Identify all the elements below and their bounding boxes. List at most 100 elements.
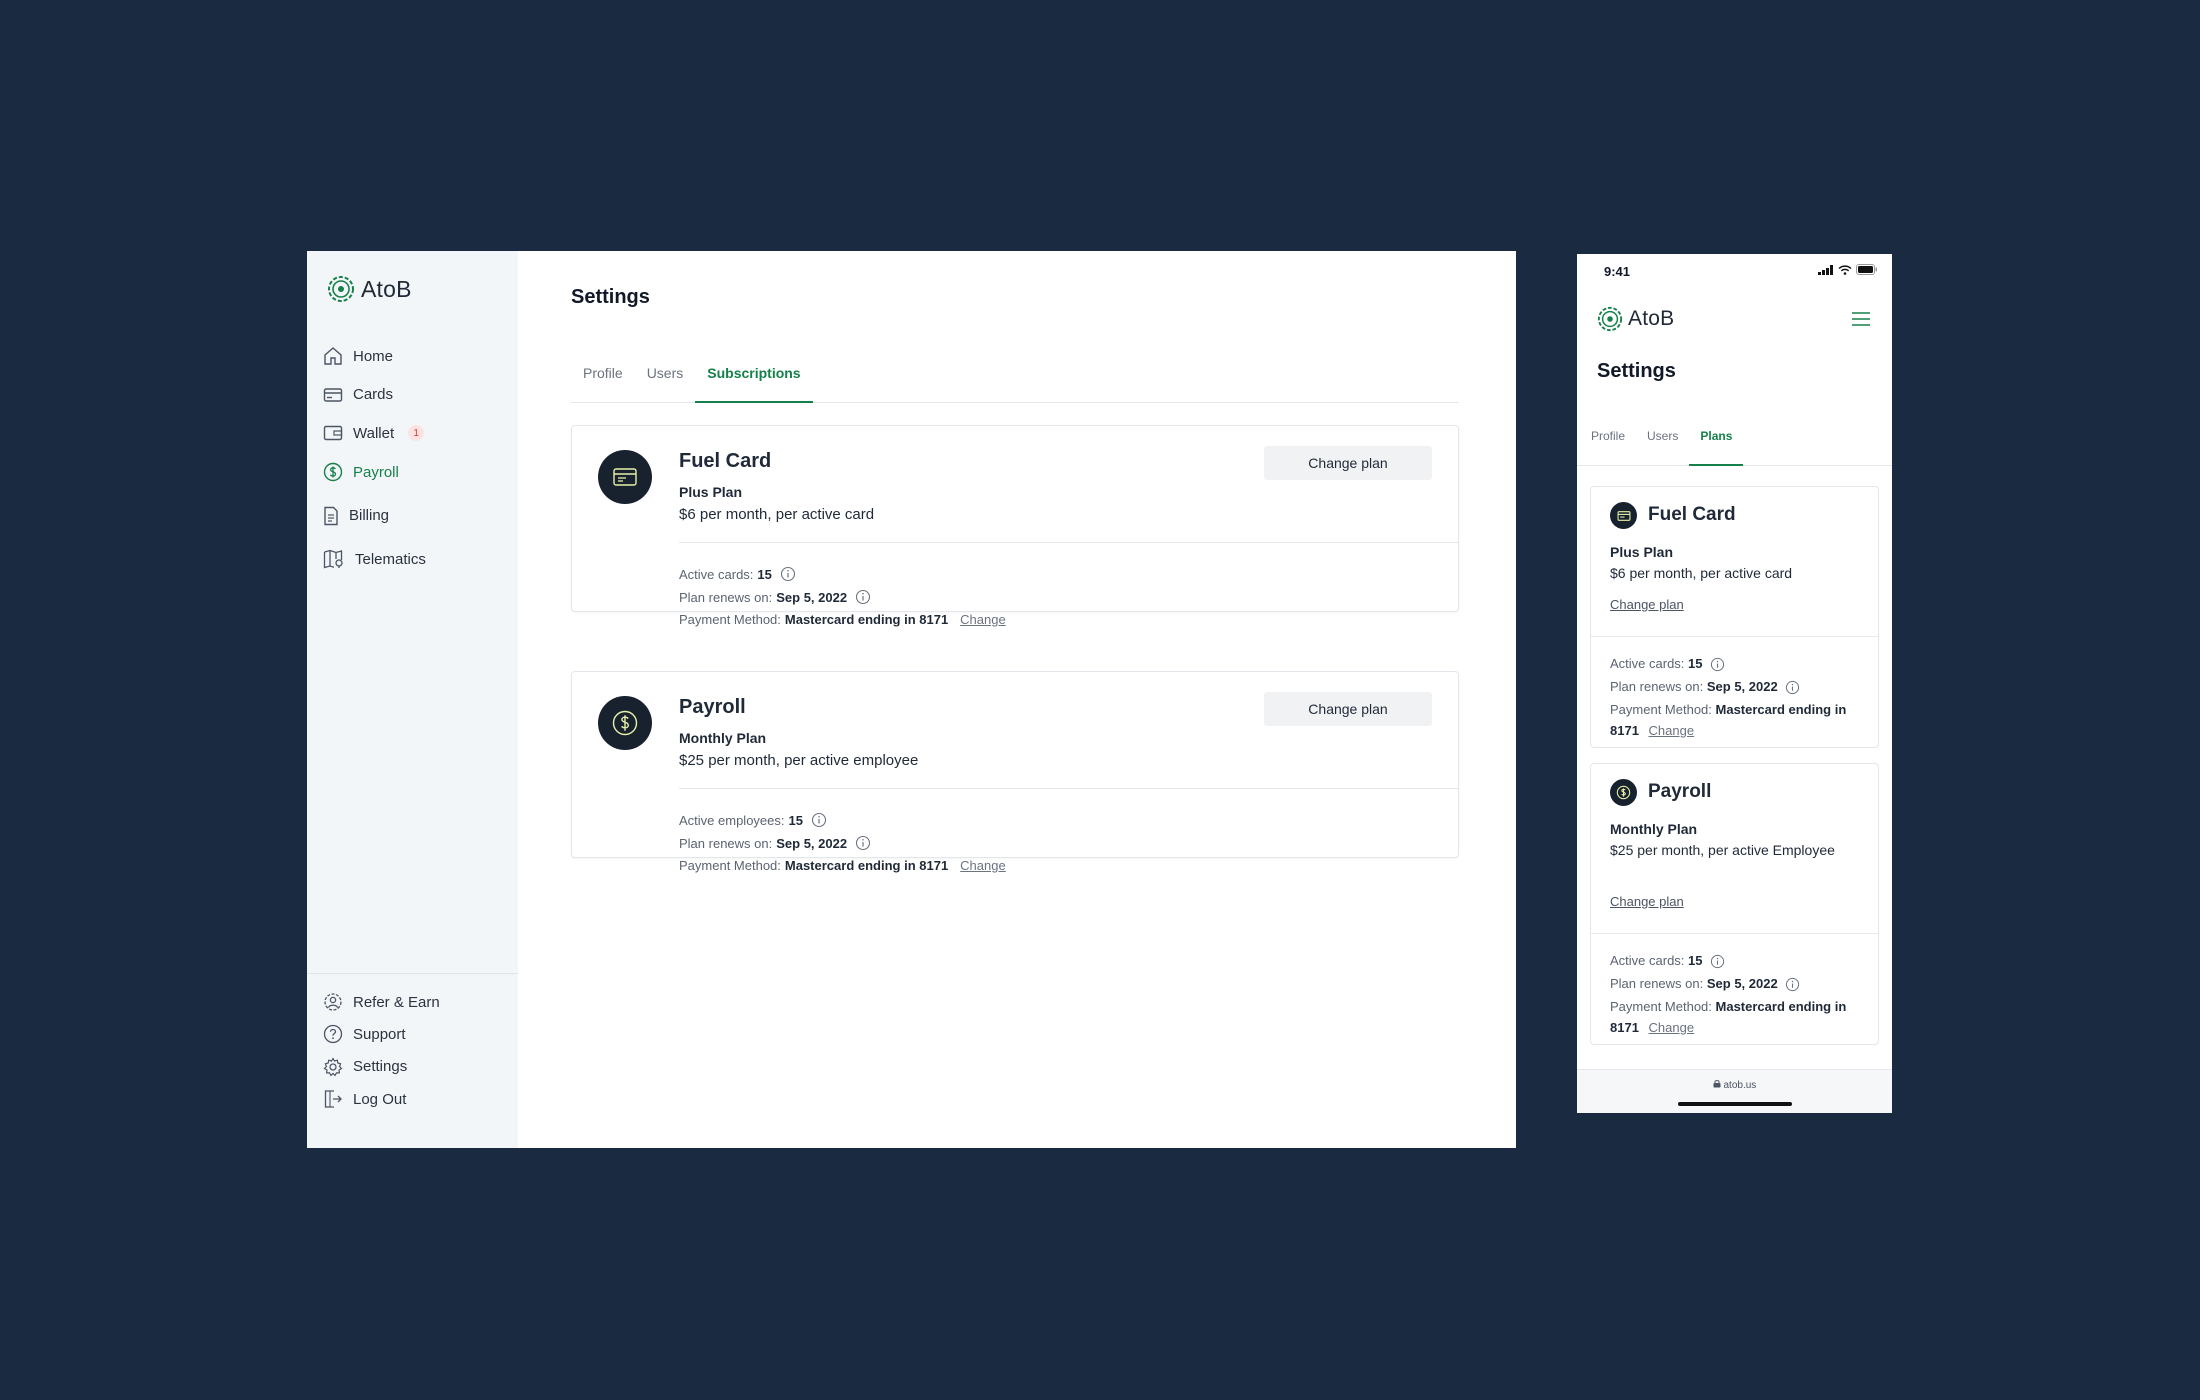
plan-price: $6 per month, per active card xyxy=(679,506,875,523)
detail-label: Plan renews on: xyxy=(679,589,773,605)
mobile-brand-logo[interactable]: AtoB xyxy=(1597,306,1674,332)
info-icon[interactable] xyxy=(855,589,871,605)
change-payment-link[interactable]: Change xyxy=(960,858,1006,873)
sidebar-bottom-nav: Refer & Earn Support Settings Log Out xyxy=(323,986,503,1115)
detail-active-cards: Active cards: 15 xyxy=(1610,653,1870,674)
detail-renews: Plan renews on: Sep 5, 2022 xyxy=(679,589,871,605)
change-payment-link[interactable]: Change xyxy=(1649,723,1695,738)
detail-renews: Plan renews on: Sep 5, 2022 xyxy=(1610,676,1870,697)
change-plan-button[interactable]: Change plan xyxy=(1264,446,1432,480)
sidebar-item-wallet[interactable]: Wallet 1 xyxy=(323,414,503,453)
change-plan-button[interactable]: Change plan xyxy=(1264,692,1432,726)
hamburger-menu-icon[interactable] xyxy=(1852,312,1870,326)
info-icon[interactable] xyxy=(1710,657,1725,672)
info-icon[interactable] xyxy=(1710,954,1725,969)
card-title: Payroll xyxy=(1648,781,1712,802)
status-time: 9:41 xyxy=(1604,264,1631,279)
detail-active-employees: Active employees: 15 xyxy=(679,812,827,828)
tab-subscriptions[interactable]: Subscriptions xyxy=(695,359,813,403)
mobile-card-fuel: Fuel Card Plus Plan $6 per month, per ac… xyxy=(1590,486,1879,748)
detail-active-cards: Active cards: 15 xyxy=(1610,950,1870,971)
dollar-circle-icon xyxy=(612,710,638,736)
detail-value: Sep 5, 2022 xyxy=(1706,976,1778,991)
sidebar-item-cards[interactable]: Cards xyxy=(323,376,503,415)
detail-value: 15 xyxy=(1688,656,1703,671)
fuel-card-badge xyxy=(598,450,652,504)
main-content: Settings Profile Users Subscriptions Fue… xyxy=(518,251,1516,1148)
detail-value: 15 xyxy=(1688,953,1703,968)
card-divider xyxy=(1591,636,1878,637)
sidebar-item-telematics[interactable]: Telematics xyxy=(323,540,503,579)
plan-name: Monthly Plan xyxy=(1610,821,1698,837)
card-title: Fuel Card xyxy=(679,450,772,472)
tab-profile[interactable]: Profile xyxy=(571,359,635,403)
sidebar-item-support[interactable]: Support xyxy=(323,1018,503,1050)
sidebar-item-label: Refer & Earn xyxy=(353,993,440,1011)
detail-value: Sep 5, 2022 xyxy=(776,835,848,851)
atob-logo-icon xyxy=(328,276,354,302)
mobile-settings-tabs: Profile Users Plans xyxy=(1577,426,1892,466)
sidebar-item-label: Billing xyxy=(349,507,390,525)
change-plan-link[interactable]: Change plan xyxy=(1610,597,1684,612)
info-icon[interactable] xyxy=(1785,680,1800,695)
change-payment-link[interactable]: Change xyxy=(1649,1020,1695,1035)
sidebar-item-label: Telematics xyxy=(355,550,426,568)
detail-label: Active cards: xyxy=(1610,656,1685,671)
detail-value: Sep 5, 2022 xyxy=(1706,679,1778,694)
sidebar-item-label: Settings xyxy=(353,1058,408,1076)
credit-card-icon xyxy=(613,468,637,486)
url-bar[interactable]: atob.us xyxy=(1577,1079,1892,1091)
sidebar-item-refer[interactable]: Refer & Earn xyxy=(323,986,503,1018)
brand-logo[interactable]: AtoB xyxy=(327,275,412,303)
detail-payment-method: Payment Method: Mastercard ending in 817… xyxy=(1610,699,1870,741)
url-text: atob.us xyxy=(1723,1080,1757,1091)
change-plan-link[interactable]: Change plan xyxy=(1610,894,1684,909)
fuel-card-badge xyxy=(1610,502,1637,529)
sidebar-item-logout[interactable]: Log Out xyxy=(323,1083,503,1115)
detail-value: Mastercard ending in 8171 xyxy=(784,612,949,627)
card-title: Fuel Card xyxy=(1648,504,1736,525)
detail-label: Plan renews on: xyxy=(1610,679,1704,694)
mobile-page-title: Settings xyxy=(1597,360,1676,382)
detail-label: Active cards: xyxy=(1610,953,1685,968)
document-icon xyxy=(324,506,338,525)
change-payment-link[interactable]: Change xyxy=(960,612,1006,627)
tab-profile[interactable]: Profile xyxy=(1580,426,1636,466)
info-icon[interactable] xyxy=(811,812,827,828)
lock-icon xyxy=(1713,1080,1721,1088)
wifi-icon xyxy=(1838,264,1852,275)
detail-payment-method: Payment Method: Mastercard ending in 817… xyxy=(1610,996,1870,1038)
payroll-badge xyxy=(598,696,652,750)
detail-label: Payment Method: xyxy=(679,612,781,627)
detail-value: Sep 5, 2022 xyxy=(776,589,848,605)
status-bar: 9:41 xyxy=(1577,254,1892,284)
sidebar-divider xyxy=(307,973,518,974)
sidebar-item-label: Payroll xyxy=(353,463,399,481)
card-divider xyxy=(679,788,1458,789)
card-icon xyxy=(323,388,343,402)
tab-users[interactable]: Users xyxy=(1636,426,1689,466)
info-icon[interactable] xyxy=(1785,977,1800,992)
detail-value: 15 xyxy=(788,812,803,828)
info-icon[interactable] xyxy=(780,566,796,582)
home-indicator xyxy=(1678,1102,1792,1106)
dollar-circle-icon xyxy=(1616,785,1631,800)
detail-label: Payment Method: xyxy=(1610,702,1712,717)
tab-users[interactable]: Users xyxy=(635,359,696,403)
mobile-card-payroll: Payroll Monthly Plan $25 per month, per … xyxy=(1590,763,1879,1045)
tab-plans[interactable]: Plans xyxy=(1689,426,1744,466)
sidebar-item-billing[interactable]: Billing xyxy=(323,496,503,535)
status-icons xyxy=(1818,264,1878,275)
sidebar-item-payroll[interactable]: Payroll xyxy=(323,453,503,492)
signal-icon xyxy=(1818,264,1833,275)
page-title: Settings xyxy=(571,286,650,308)
desktop-window: AtoB Home Cards Wallet 1 Payroll Billing… xyxy=(307,251,1516,1148)
sidebar-item-settings[interactable]: Settings xyxy=(323,1051,503,1083)
info-icon[interactable] xyxy=(855,835,871,851)
home-icon xyxy=(324,347,342,365)
detail-label: Active cards: xyxy=(679,566,754,582)
brand-name: AtoB xyxy=(361,275,412,302)
brand-name: AtoB xyxy=(1628,307,1675,330)
detail-payment-method: Payment Method: Mastercard ending in 817… xyxy=(679,612,1006,627)
sidebar-item-home[interactable]: Home xyxy=(323,337,503,376)
